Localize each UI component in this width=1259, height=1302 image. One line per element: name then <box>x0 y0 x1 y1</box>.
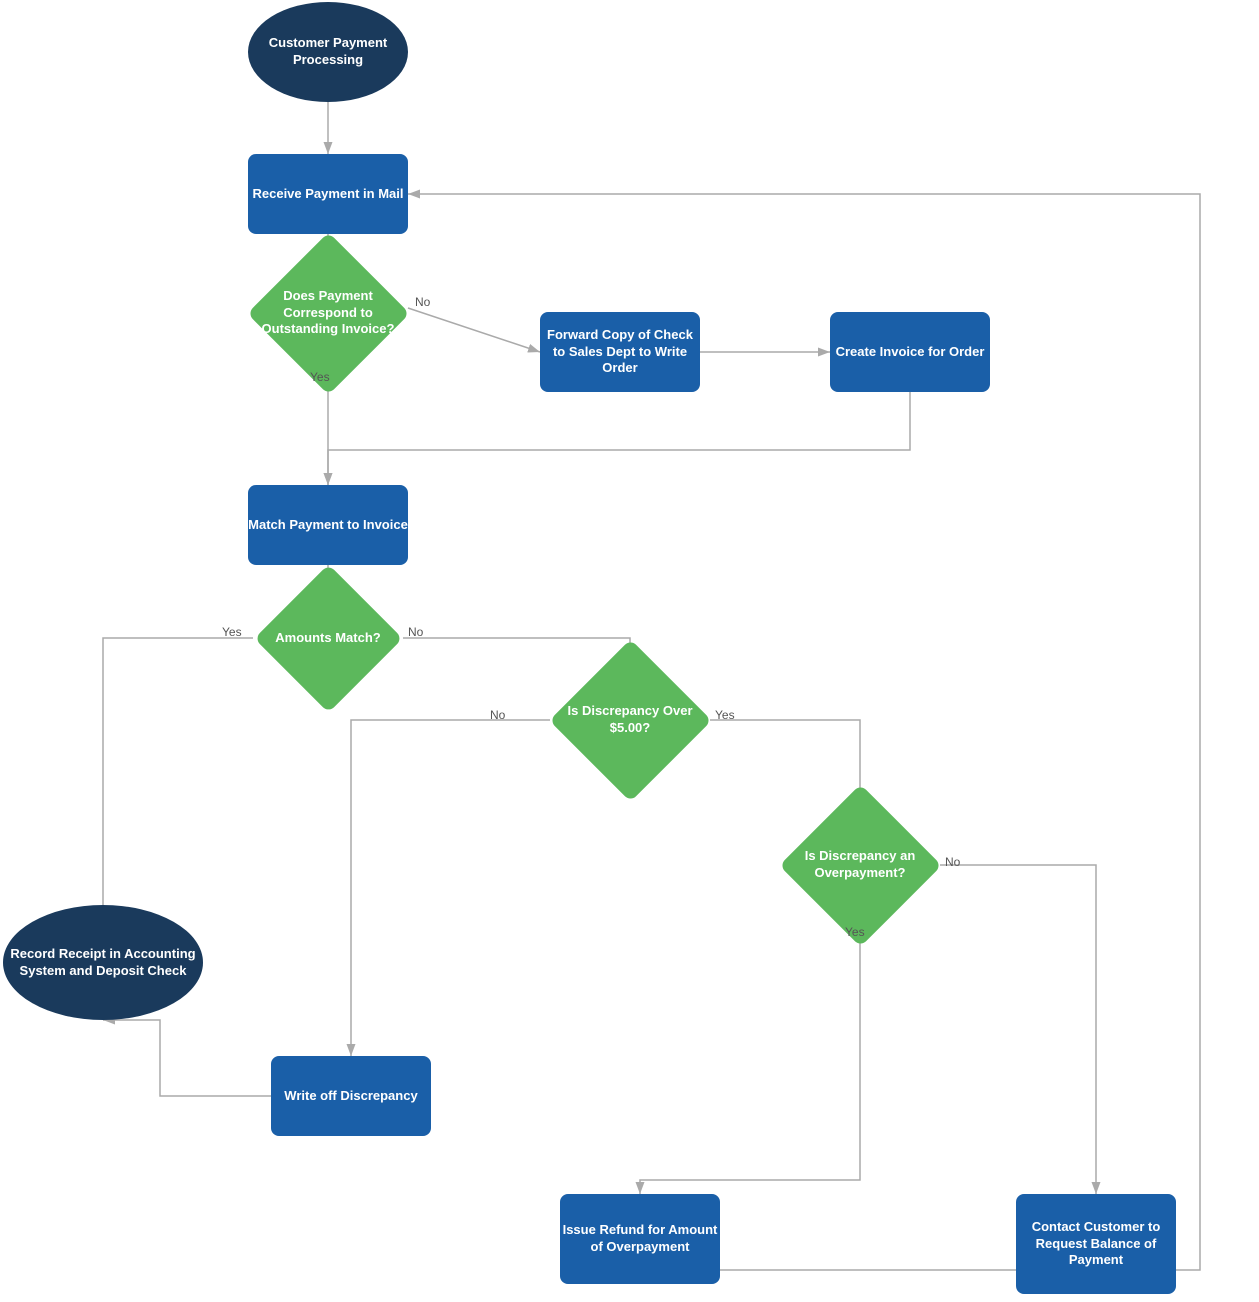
label-yes2: Yes <box>222 625 242 639</box>
node-receive-payment: Receive Payment in Mail <box>248 154 408 234</box>
label-yes3: Yes <box>715 708 735 722</box>
flowchart: Customer Payment Processing Receive Paym… <box>0 0 1259 1302</box>
node-label-issue-refund: Issue Refund for Amount of Overpayment <box>560 1222 720 1256</box>
label-yes4: Yes <box>845 925 865 939</box>
node-label-discrepancy-overpayment: Is Discrepancy an Overpayment? <box>780 848 940 882</box>
node-issue-refund: Issue Refund for Amount of Overpayment <box>560 1194 720 1284</box>
node-label-discrepancy-over: Is Discrepancy Over $5.00? <box>550 703 710 737</box>
label-yes1: Yes <box>310 370 330 384</box>
label-no2: No <box>408 625 423 639</box>
node-forward-check: Forward Copy of Check to Sales Dept to W… <box>540 312 700 392</box>
label-no1: No <box>415 295 430 309</box>
node-label-forward-check: Forward Copy of Check to Sales Dept to W… <box>540 327 700 378</box>
node-label-write-off: Write off Discrepancy <box>284 1088 417 1105</box>
label-no3: No <box>490 708 505 722</box>
node-label-record-receipt: Record Receipt in Accounting System and … <box>3 946 203 980</box>
node-write-off: Write off Discrepancy <box>271 1056 431 1136</box>
node-discrepancy-over: Is Discrepancy Over $5.00? <box>550 665 710 775</box>
node-create-invoice: Create Invoice for Order <box>830 312 990 392</box>
node-contact-customer: Contact Customer to Request Balance of P… <box>1016 1194 1176 1294</box>
node-label-create-invoice: Create Invoice for Order <box>836 344 985 361</box>
node-label-customer-payment-processing: Customer Payment Processing <box>248 35 408 69</box>
node-label-contact-customer: Contact Customer to Request Balance of P… <box>1016 1219 1176 1270</box>
node-customer-payment-processing: Customer Payment Processing <box>248 2 408 102</box>
node-match-payment: Match Payment to Invoice <box>248 485 408 565</box>
node-label-does-payment: Does Payment Correspond to Outstanding I… <box>248 288 408 339</box>
node-label-receive-payment: Receive Payment in Mail <box>252 186 403 203</box>
label-no4: No <box>945 855 960 869</box>
node-label-match-payment: Match Payment to Invoice <box>248 517 408 534</box>
node-amounts-match: Amounts Match? <box>253 588 403 688</box>
node-does-payment-correspond: Does Payment Correspond to Outstanding I… <box>248 258 408 368</box>
node-discrepancy-overpayment: Is Discrepancy an Overpayment? <box>780 810 940 920</box>
node-record-receipt: Record Receipt in Accounting System and … <box>3 905 203 1020</box>
node-label-amounts-match: Amounts Match? <box>275 630 380 647</box>
